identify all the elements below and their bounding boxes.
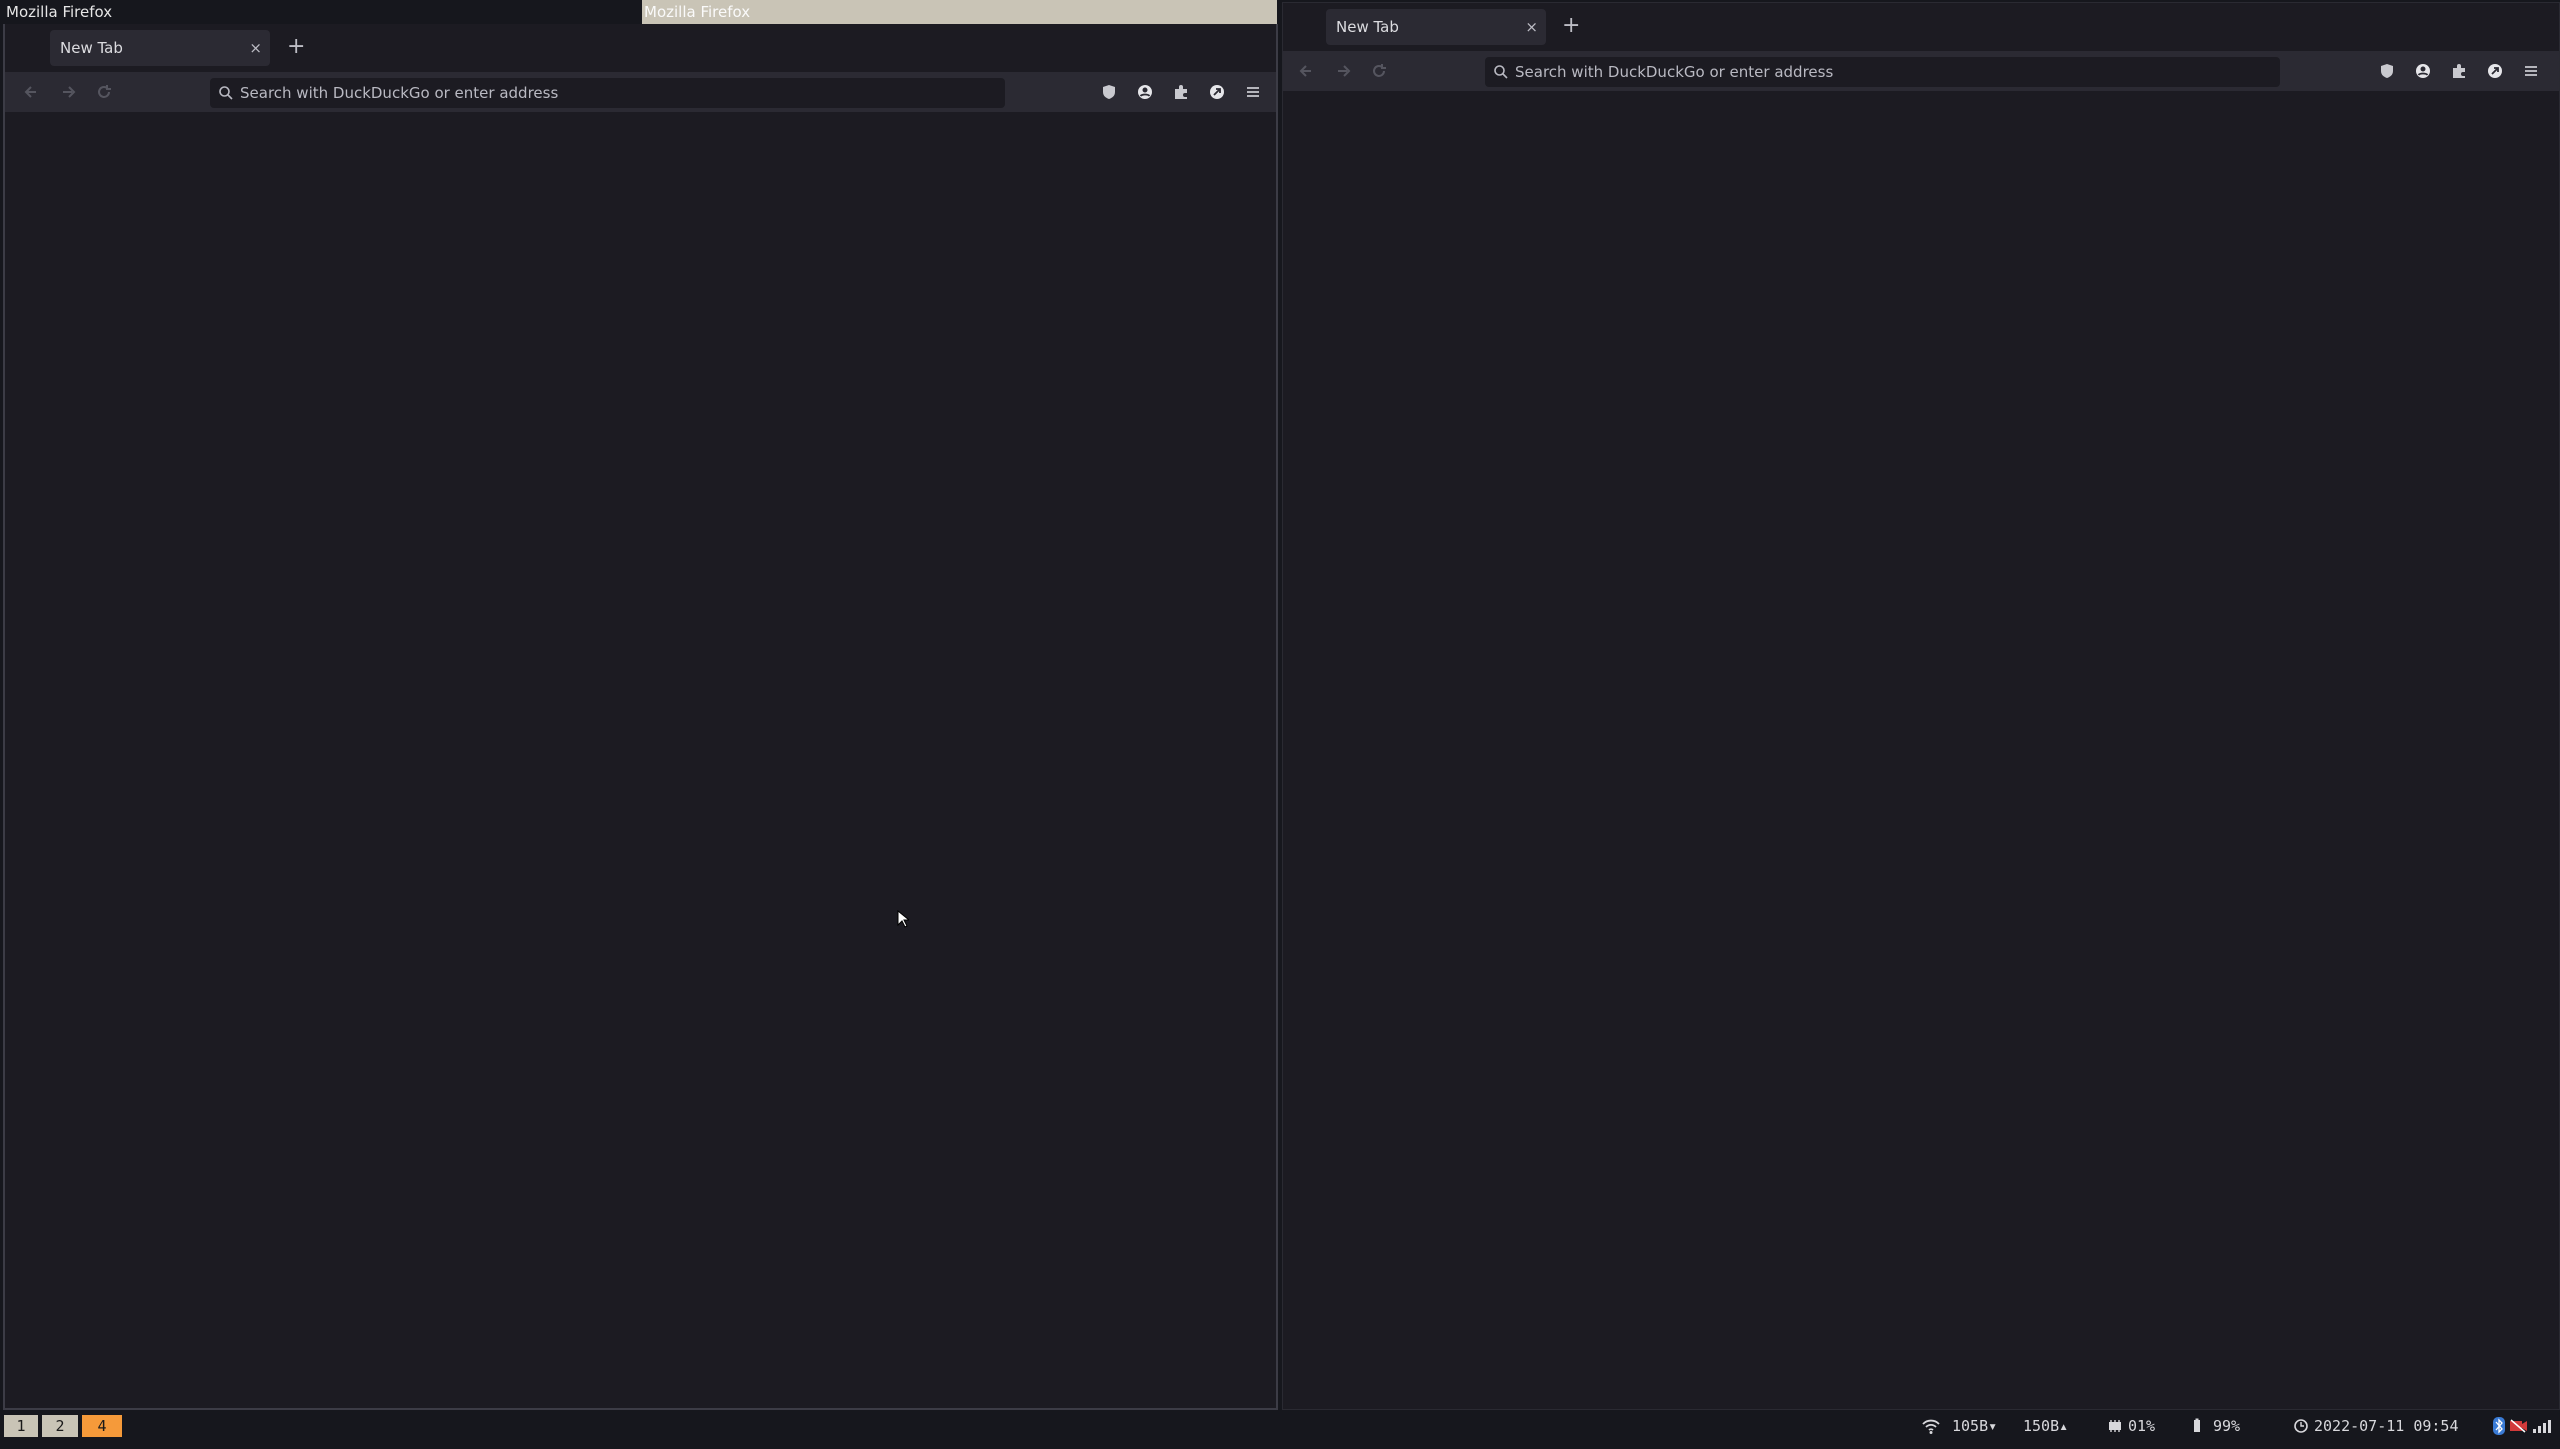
focused-window-title: Mozilla Firefox [642, 0, 1277, 24]
navigation-toolbar [5, 72, 1276, 112]
account-icon[interactable] [2413, 61, 2433, 81]
reload-icon[interactable] [1369, 61, 1389, 81]
workspace-4[interactable]: 4 [82, 1415, 122, 1437]
navigation-toolbar [1283, 51, 2559, 91]
up-arrow-icon: ▴ [2059, 1417, 2069, 1435]
back-icon[interactable] [1297, 61, 1317, 81]
reload-icon[interactable] [94, 82, 114, 102]
tab-title: New Tab [60, 39, 123, 57]
wifi-icon [1922, 1412, 1940, 1440]
cpu-icon [2107, 1412, 2123, 1440]
bluetooth-icon[interactable] [2492, 1412, 2506, 1440]
vpn-icon[interactable] [1207, 82, 1227, 102]
shield-icon[interactable] [1099, 82, 1119, 102]
tab-close-icon[interactable]: × [1525, 9, 1538, 45]
left-window-title: Mozilla Firefox [0, 0, 642, 24]
menu-icon[interactable] [2521, 61, 2541, 81]
url-bar[interactable] [210, 78, 1005, 108]
tab-new-tab[interactable]: New Tab × [1326, 9, 1546, 45]
tab-close-icon[interactable]: × [249, 30, 262, 66]
url-input[interactable] [1515, 57, 2272, 87]
search-icon [1493, 64, 1509, 80]
page-content[interactable] [1283, 91, 2559, 1409]
cpu-usage: 01% [2128, 1417, 2156, 1435]
search-icon [218, 85, 234, 101]
tab-title: New Tab [1336, 18, 1399, 36]
mouse-cursor-icon [897, 909, 911, 932]
url-bar[interactable] [1485, 57, 2280, 87]
forward-icon[interactable] [1333, 61, 1353, 81]
extension-icon[interactable] [1171, 82, 1191, 102]
new-tab-button[interactable]: + [1562, 8, 1580, 44]
page-content[interactable] [5, 112, 1276, 1408]
workspace-1[interactable]: 1 [4, 1415, 38, 1437]
tab-strip: New Tab × + [1283, 3, 2559, 51]
vpn-icon[interactable] [2485, 61, 2505, 81]
battery-level: 99% [2213, 1417, 2241, 1435]
status-bar: 1 2 4 105B▾ 150B▴ 01% 99% 2022-07-11 09:… [0, 1412, 2560, 1440]
new-tab-button[interactable]: + [287, 29, 305, 65]
tab-new-tab[interactable]: New Tab × [50, 30, 270, 66]
back-icon[interactable] [22, 82, 42, 102]
datetime: 2022-07-11 09:54 [2314, 1417, 2459, 1435]
net-down: 105B▾ [1952, 1417, 1998, 1435]
left-firefox-window: New Tab × + [3, 24, 1278, 1410]
down-arrow-icon: ▾ [1988, 1417, 1998, 1435]
forward-icon[interactable] [58, 82, 78, 102]
tab-strip: New Tab × + [5, 24, 1276, 72]
url-input[interactable] [240, 78, 997, 108]
extension-icon[interactable] [2449, 61, 2469, 81]
shield-icon[interactable] [2377, 61, 2397, 81]
signal-icon [2532, 1412, 2552, 1440]
workspace-2[interactable]: 2 [42, 1415, 78, 1437]
clock-icon [2293, 1412, 2309, 1440]
account-icon[interactable] [1135, 82, 1155, 102]
menu-icon[interactable] [1243, 82, 1263, 102]
right-firefox-window: New Tab × + [1282, 2, 2560, 1410]
battery-icon [2192, 1412, 2202, 1440]
camera-off-icon[interactable] [2509, 1412, 2529, 1440]
net-up: 150B▴ [2023, 1417, 2069, 1435]
